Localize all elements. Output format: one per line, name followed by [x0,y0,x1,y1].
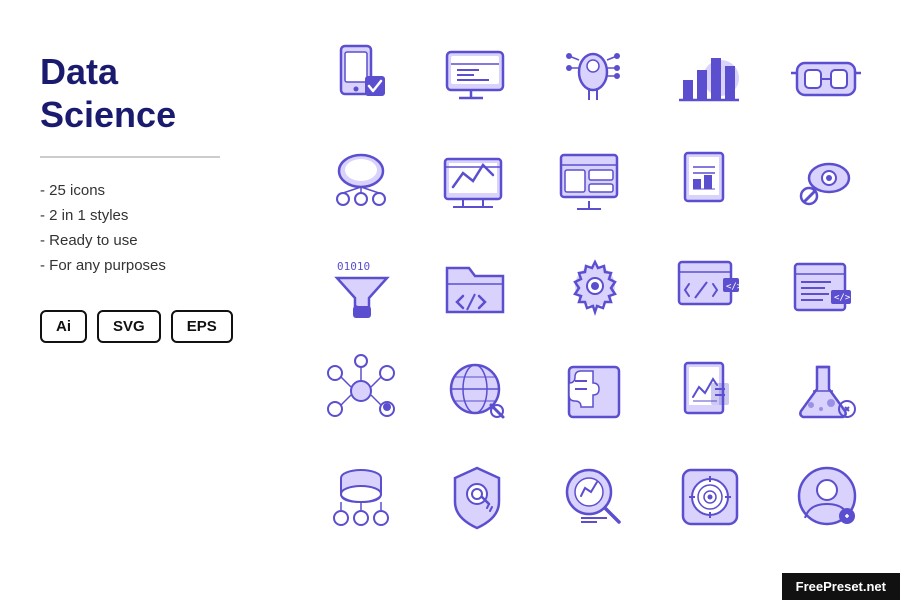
icon-cell-document-chart [664,345,759,440]
badge-svg[interactable]: SVG [97,310,161,343]
icon-cell-mobile-check [316,30,411,125]
svg-text:01010: 01010 [337,260,370,273]
svg-text:</>: </> [834,293,851,303]
icon-cell-data-report [664,135,759,230]
badges-container: Ai SVG EPS [40,310,250,343]
watermark: FreePreset.net [782,573,900,600]
features-list: - 25 icons - 2 in 1 styles - Ready to us… [40,182,250,274]
icon-cell-globe-analytics [432,345,527,440]
icon-cell-gear-analytics [548,240,643,335]
icons-grid: 01010 [290,0,900,575]
svg-text:</>: </> [726,282,743,292]
left-panel: DataScience - 25 icons - 2 in 1 styles -… [0,0,290,600]
icon-cell-data-search [548,450,643,545]
icon-cell-shield-key [432,450,527,545]
icon-cell-network-nodes [316,345,411,440]
icon-cell-data-filter: 01010 [316,240,411,335]
divider [40,156,220,158]
page-title: DataScience [40,50,250,136]
icon-cell-target [664,450,759,545]
feature-item: - 25 icons [40,182,250,199]
right-wrapper: 01010 [290,0,900,600]
feature-item: - 2 in 1 styles [40,207,250,224]
icon-cell-database-network [316,450,411,545]
icon-cell-monitor-data [432,30,527,125]
icon-cell-eye-magnify [780,135,875,230]
icon-cell-code-network: </> [664,240,759,335]
icon-cell-analytics-screen [432,135,527,230]
feature-item: - For any purposes [40,257,250,274]
icon-cell-user-analytics [780,450,875,545]
icon-cell-folder-code [432,240,527,335]
icon-cell-code-block: </> [780,240,875,335]
icon-cell-ai-head [548,30,643,125]
badge-eps[interactable]: EPS [171,310,233,343]
feature-item: - Ready to use [40,232,250,249]
icon-cell-vr-headset [780,30,875,125]
icon-cell-puzzle-data [548,345,643,440]
icon-cell-bar-chart [664,30,759,125]
icon-cell-dashboard-settings [548,135,643,230]
badge-ai[interactable]: Ai [40,310,87,343]
icon-cell-cloud-network [316,135,411,230]
icon-cell-flask-lab [780,345,875,440]
